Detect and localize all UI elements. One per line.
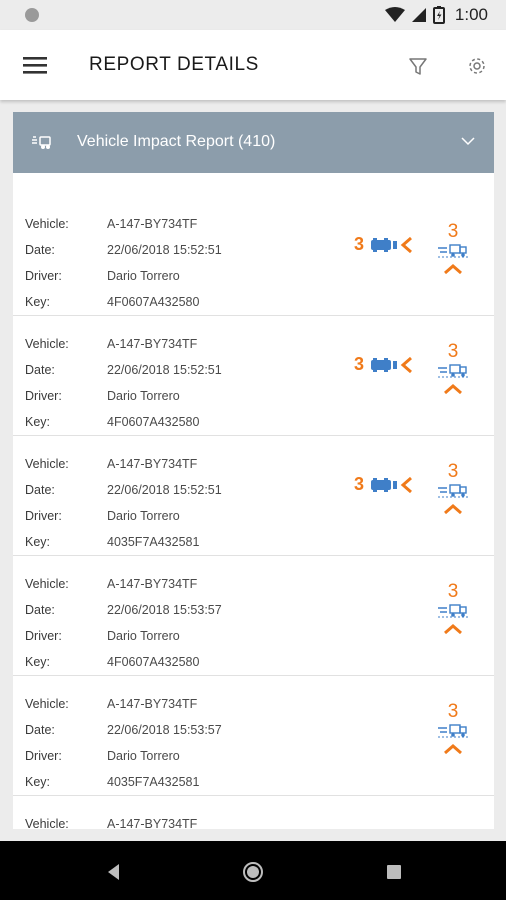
chevron-up-icon[interactable] [443,623,463,635]
truck-event-icon [438,364,468,378]
report-row[interactable]: Vehicle: A-147-BY734TF Date: 22/06/2018 15… [13,173,494,316]
impact-indicator: 3 [354,234,413,255]
vehicle-label: Vehicle: [25,577,69,591]
impact-indicator: 3 [354,354,413,375]
driver-value: Dario Torrero [107,749,180,763]
driver-value: Dario Torrero [107,629,180,643]
vehicle-label: Vehicle: [25,337,69,351]
vehicle-label: Vehicle: [25,697,69,711]
driver-label: Driver: [25,629,62,643]
event-count: 3 [447,461,459,482]
driver-value: Dario Torrero [107,509,180,523]
signal-icon [411,8,426,22]
hamburger-icon [23,57,47,74]
date-label: Date: [25,603,55,617]
driver-label: Driver: [25,389,62,403]
report-list: Vehicle: A-147-BY734TF Date: 22/06/2018 15… [13,173,494,829]
key-label: Key: [25,535,51,549]
event-count: 3 [447,221,459,242]
date-value: 22/06/2018 15:52:51 [107,483,222,497]
key-value: 4035F7A432581 [107,775,200,789]
chevron-up-icon[interactable] [443,263,463,275]
event-count: 3 [447,701,459,722]
chevron-up-icon[interactable] [443,743,463,755]
chevron-up-icon[interactable] [443,383,463,395]
driver-label: Driver: [25,509,62,523]
chevron-down-icon[interactable] [460,133,476,149]
vehicle-value: A-147-BY734TF [107,217,198,231]
truck-event-icon [438,724,468,738]
impact-count: 3 [354,234,365,254]
impact-indicator: 3 [354,474,413,495]
impact-count: 3 [354,354,365,374]
vehicle-value: A-147-BY734TF [107,817,198,829]
date-label: Date: [25,363,55,377]
recents-icon[interactable] [383,861,405,883]
home-icon[interactable] [242,861,264,883]
vehicle-value: A-147-BY734TF [107,697,198,711]
event-count: 3 [447,341,459,362]
date-label: Date: [25,243,55,257]
date-value: 22/06/2018 15:52:51 [107,243,222,257]
key-label: Key: [25,415,51,429]
key-label: Key: [25,295,51,309]
filter-icon [409,58,427,75]
key-value: 4F0607A432580 [107,295,200,309]
vehicle-label: Vehicle: [25,817,69,829]
status-bar: 1:00 [0,0,506,30]
status-time: 1:00 [454,5,488,24]
rear-impact-icon [371,236,412,253]
system-nav-bar [0,841,506,900]
date-value: 22/06/2018 15:53:57 [107,723,222,737]
date-value: 22/06/2018 15:52:51 [107,363,222,377]
gear-icon [469,58,485,74]
truck-event-icon [438,604,468,618]
menu-button[interactable] [20,50,50,80]
date-label: Date: [25,723,55,737]
vehicle-value: A-147-BY734TF [107,337,198,351]
key-label: Key: [25,775,51,789]
settings-button[interactable] [465,54,489,78]
report-row[interactable]: Vehicle: A-147-BY734TF Date: 22/06/2018 15… [13,436,494,556]
event-count: 3 [447,581,459,602]
back-icon[interactable] [103,861,125,883]
driver-label: Driver: [25,269,62,283]
notification-dot-icon [25,8,39,22]
key-value: 4035F7A432581 [107,535,200,549]
truck-event-icon [438,484,468,498]
vehicle-value: A-147-BY734TF [107,457,198,471]
rear-impact-icon [371,476,412,493]
driver-value: Dario Torrero [107,389,180,403]
key-label: Key: [25,655,51,669]
driver-label: Driver: [25,749,62,763]
filter-button[interactable] [405,53,431,79]
rear-impact-icon [371,356,412,373]
key-value: 4F0607A432580 [107,415,200,429]
vehicle-label: Vehicle: [25,217,69,231]
vehicle-label: Vehicle: [25,457,69,471]
section-title: Vehicle Impact Report (410) [77,133,276,150]
section-header[interactable]: Vehicle Impact Report (410) [13,112,494,173]
report-row[interactable]: Vehicle: A-147-BY734TF Date: 22/06/2018 15… [13,316,494,436]
truck-event-icon [438,244,468,258]
report-card: Vehicle Impact Report (410) Vehicle: A-14… [13,112,494,829]
report-row[interactable]: Vehicle: A-147-BY734TF Date: 22/06/2018 15… [13,676,494,796]
report-row[interactable]: Vehicle: A-147-BY734TF Date: 22/06/2018 15… [13,556,494,676]
chevron-up-icon[interactable] [443,503,463,515]
impact-count: 3 [354,474,365,494]
key-value: 4F0607A432580 [107,655,200,669]
vehicle-value: A-147-BY734TF [107,577,198,591]
date-label: Date: [25,483,55,497]
truck-impact-icon [32,136,51,149]
driver-value: Dario Torrero [107,269,180,283]
battery-icon [432,6,445,24]
date-value: 22/06/2018 15:53:57 [107,603,222,617]
app-bar: REPORT DETAILS [0,30,506,100]
page-title: REPORT DETAILS [89,54,259,75]
wifi-icon [384,7,405,22]
report-row[interactable]: Vehicle: A-147-BY734TF [13,796,494,829]
